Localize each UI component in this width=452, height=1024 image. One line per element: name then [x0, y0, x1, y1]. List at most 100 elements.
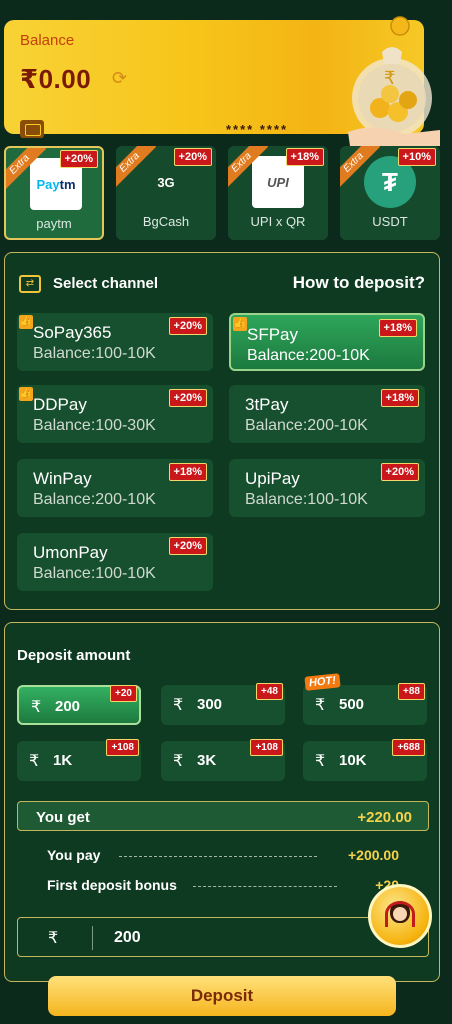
hot-badge: HOT!: [304, 673, 341, 691]
balance-amount: ₹0.00: [20, 64, 92, 94]
bonus-badge: +18%: [168, 463, 207, 481]
amount-value: 10K: [339, 752, 367, 769]
balance-label: Balance: [20, 32, 75, 49]
you-pay-value: +200.00: [348, 847, 399, 863]
channel-item-sfpay[interactable]: 👍 SFPay Balance:200-10K +18%: [229, 313, 425, 371]
bonus-badge: +108: [106, 739, 139, 756]
bonus-badge: +20%: [168, 389, 207, 407]
channel-item-upipay[interactable]: UpiPay Balance:100-10K +20%: [229, 459, 425, 517]
method-paytm[interactable]: Pay tm Extra +20% paytm: [4, 146, 104, 240]
amount-value: 1K: [53, 752, 73, 769]
amount-value: 500: [339, 696, 365, 713]
money-bag-icon: ₹: [348, 16, 440, 146]
bonus-badge: +688: [392, 739, 425, 756]
card-chip-icon: [20, 120, 44, 138]
channel-item-winpay[interactable]: WinPay Balance:200-10K +18%: [17, 459, 213, 517]
bonus-row: First deposit bonus +20: [47, 877, 399, 895]
amount-value: 200: [55, 698, 81, 715]
rupee-icon: ₹: [173, 697, 184, 714]
channel-balance: Balance:100-10K: [33, 565, 156, 582]
dashed-divider: [119, 856, 317, 857]
deposit-amount-label: Deposit amount: [17, 647, 131, 664]
thumbs-up-icon: 👍: [19, 387, 33, 401]
channel-name: 3tPay: [245, 395, 289, 414]
thumbs-up-icon: 👍: [233, 317, 247, 331]
channel-balance: Balance:200-10K: [33, 491, 156, 508]
amount-option-200[interactable]: ₹ 200 +20: [17, 685, 141, 725]
channel-name: WinPay: [33, 469, 92, 488]
bonus-badge: +20: [110, 685, 137, 702]
select-channel-label: Select channel: [53, 275, 159, 292]
method-bgcash[interactable]: 3G Extra +20% BgCash: [116, 146, 216, 240]
amount-value: 300: [197, 696, 223, 713]
rupee-icon: ₹: [315, 753, 326, 770]
method-name: USDT: [372, 214, 408, 229]
bonus-badge: +20%: [173, 148, 212, 166]
bonus-label: First deposit bonus: [47, 877, 177, 893]
balance-card: Balance ₹0.00 ⟳ **** **** ₹: [4, 16, 440, 146]
channel-name: SoPay365: [33, 323, 112, 342]
you-get-row: You get +220.00: [17, 801, 429, 831]
channel-balance: Balance:100-10K: [245, 491, 368, 508]
bonus-badge: +20%: [168, 317, 207, 335]
method-usdt[interactable]: ₮ Extra +10% USDT: [340, 146, 440, 240]
channel-item-3tpay[interactable]: 3tPay Balance:200-10K +18%: [229, 385, 425, 443]
customer-support-icon[interactable]: [368, 884, 432, 948]
bonus-badge: +18%: [380, 389, 419, 407]
method-upi[interactable]: UPI Extra +18% UPI x QR: [228, 146, 328, 240]
amount-option-3k[interactable]: ₹ 3K +108: [161, 739, 285, 781]
channel-balance: Balance:100-10K: [33, 345, 156, 362]
you-pay-label: You pay: [47, 847, 101, 863]
rupee-icon: ₹: [29, 753, 40, 770]
dashed-divider: [193, 886, 337, 887]
bonus-badge: +108: [250, 739, 283, 756]
bonus-badge: +18%: [378, 319, 417, 337]
thumbs-up-icon: 👍: [19, 315, 33, 329]
card-number-mask: **** ****: [226, 122, 289, 137]
method-name: UPI x QR: [250, 214, 306, 229]
rupee-icon: ₹: [173, 753, 184, 770]
channel-balance: Balance:200-10K: [245, 417, 368, 434]
channel-card-icon: ⇄: [19, 275, 41, 293]
channel-balance: Balance:200-10K: [247, 347, 370, 364]
channel-name: UmonPay: [33, 543, 108, 562]
you-pay-row: You pay +200.00: [47, 847, 399, 865]
bonus-badge: +20%: [380, 463, 419, 481]
svg-text:₹: ₹: [384, 68, 395, 89]
refresh-icon[interactable]: ⟳: [112, 68, 132, 88]
channel-name: SFPay: [247, 325, 299, 344]
amount-input[interactable]: [114, 924, 314, 952]
bonus-badge: +20%: [59, 150, 98, 168]
amount-option-500[interactable]: HOT! ₹ 500 +88: [303, 673, 427, 725]
amount-value: 3K: [197, 752, 217, 769]
you-get-label: You get: [36, 809, 90, 826]
channel-item-umonpay[interactable]: UmonPay Balance:100-10K +20%: [17, 533, 213, 591]
bonus-badge: +48: [256, 683, 283, 700]
method-name: paytm: [36, 216, 72, 231]
method-name: BgCash: [142, 214, 190, 229]
bonus-badge: +88: [398, 683, 425, 700]
rupee-icon: ₹: [48, 930, 59, 947]
payment-method-tabs: Pay tm Extra +20% paytm 3G Extra +20% BgC…: [4, 146, 448, 240]
amount-input-row: ₹: [17, 917, 429, 957]
rupee-icon: ₹: [31, 699, 42, 716]
channel-item-ddpay[interactable]: 👍 DDPay Balance:100-30K +20%: [17, 385, 213, 443]
amount-option-300[interactable]: ₹ 300 +48: [161, 683, 285, 725]
channel-name: DDPay: [33, 395, 87, 414]
amount-option-10k[interactable]: ₹ 10K +688: [303, 739, 427, 781]
channel-name: UpiPay: [245, 469, 300, 488]
bonus-badge: +18%: [285, 148, 324, 166]
input-divider: [92, 926, 93, 950]
deposit-button[interactable]: Deposit: [48, 976, 396, 1016]
channel-balance: Balance:100-30K: [33, 417, 156, 434]
channel-header: ⇄ Select channel How to deposit?: [19, 273, 425, 297]
headset-band: [385, 901, 415, 927]
bonus-badge: +10%: [397, 148, 436, 166]
channel-item-sopay365[interactable]: 👍 SoPay365 Balance:100-10K +20%: [17, 313, 213, 371]
you-get-value: +220.00: [357, 809, 412, 826]
bonus-badge: +20%: [168, 537, 207, 555]
channel-panel: ⇄ Select channel How to deposit? 👍 SoPay…: [4, 252, 440, 610]
amount-option-1k[interactable]: ₹ 1K +108: [17, 739, 141, 781]
rupee-icon: ₹: [315, 697, 326, 714]
how-to-deposit-link[interactable]: How to deposit?: [293, 273, 425, 293]
